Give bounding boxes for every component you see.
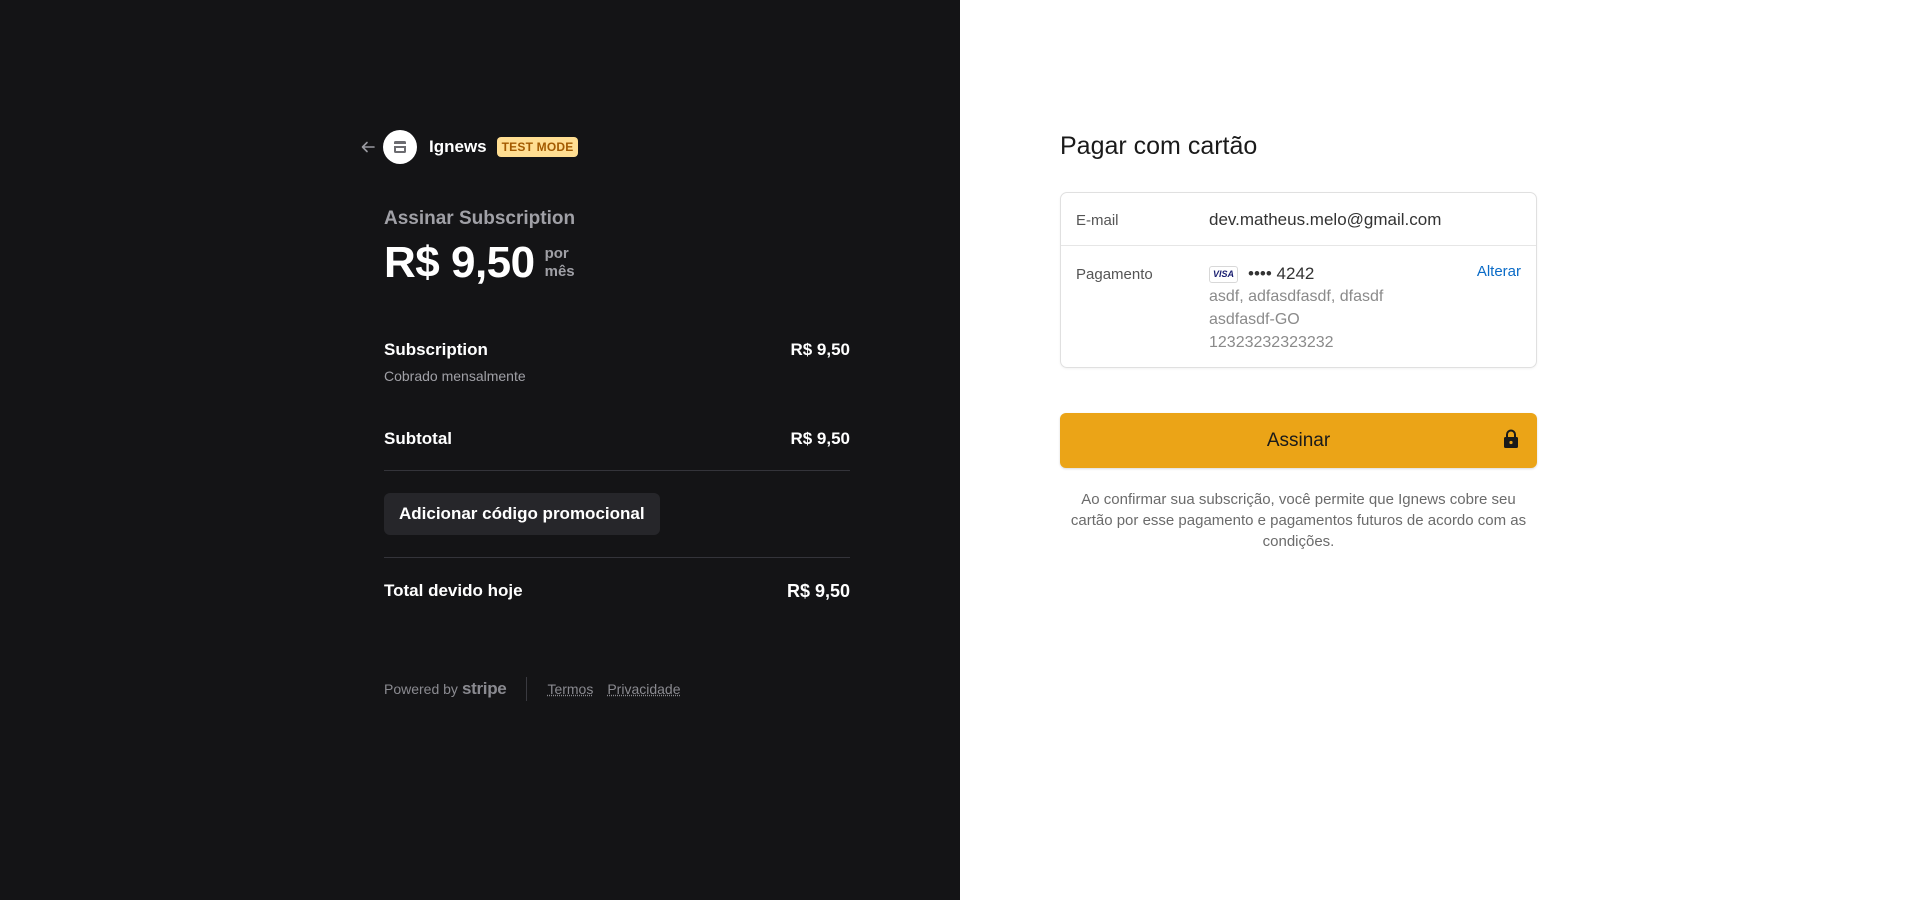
store-icon: [394, 141, 406, 153]
footer-divider: [526, 677, 528, 701]
payment-title: Pagar com cartão: [1060, 132, 1258, 160]
price-period: por mês: [545, 245, 575, 281]
powered-by-text: Powered by: [384, 681, 458, 697]
subscribe-button[interactable]: Assinar: [1060, 413, 1537, 468]
change-payment-link[interactable]: Alterar: [1477, 263, 1521, 280]
consent-text: Ao confirmar sua subscrição, você permit…: [1070, 491, 1527, 550]
line-item-label: Subscription: [384, 340, 488, 359]
privacy-link[interactable]: Privacidade: [607, 681, 680, 697]
payment-details-box: E-mail dev.matheus.melo@gmail.com Pagame…: [1060, 192, 1537, 368]
payment-label: Pagamento: [1076, 266, 1153, 283]
email-value: dev.matheus.melo@gmail.com: [1209, 210, 1442, 229]
total-row: Total devido hoje R$ 9,50: [384, 581, 850, 602]
billing-address-line: asdfasdf-GO: [1209, 311, 1300, 328]
footer: Powered by stripe Termos Privacidade: [384, 677, 695, 701]
stripe-logo[interactable]: stripe: [462, 679, 507, 699]
subtotal-value: R$ 9,50: [790, 429, 850, 448]
arrow-left-icon: [361, 141, 375, 153]
visa-icon: VISA: [1209, 265, 1238, 283]
billing-address-line: asdf, adfasdfasdf, dfasdf: [1209, 288, 1384, 305]
test-mode-badge: TEST MODE: [496, 137, 579, 157]
merchant-header: Ignews TEST MODE: [357, 130, 579, 164]
terms-link[interactable]: Termos: [547, 681, 593, 697]
billing-address-line: 12323232323232: [1209, 334, 1334, 351]
total-label: Total devido hoje: [384, 581, 523, 600]
line-item-subscription: Subscription R$ 9,50: [384, 340, 850, 360]
subscribe-label: Assinar: [1266, 429, 1331, 451]
merchant-logo: [383, 130, 417, 164]
payment-method: VISA •••• 4242 asdf, adfasdfasdf, dfasdf…: [1209, 263, 1383, 354]
price-display: R$ 9,50 por mês: [384, 238, 575, 288]
line-item-billing-note: Cobrado mensalmente: [384, 368, 526, 384]
period-line-2: mês: [544, 263, 575, 280]
lock-icon: [1504, 429, 1518, 448]
card-number: •••• 4242: [1248, 264, 1315, 283]
divider: [384, 557, 850, 558]
price-amount: R$ 9,50: [384, 238, 535, 287]
divider: [384, 470, 850, 471]
merchant-name: Ignews: [429, 137, 487, 156]
total-value: R$ 9,50: [786, 581, 850, 601]
card-line: VISA •••• 4242: [1209, 263, 1383, 285]
order-summary-panel: Ignews TEST MODE Assinar Subscription R$…: [0, 0, 960, 900]
line-item-value: R$ 9,50: [790, 340, 850, 359]
email-row[interactable]: E-mail dev.matheus.melo@gmail.com: [1061, 193, 1536, 246]
subtotal-row: Subtotal R$ 9,50: [384, 429, 850, 449]
period-line-1: por: [544, 245, 569, 262]
subtotal-label: Subtotal: [384, 429, 452, 448]
back-button[interactable]: [357, 136, 379, 158]
email-label: E-mail: [1076, 212, 1119, 229]
add-promo-code-button[interactable]: Adicionar código promocional: [384, 493, 660, 535]
payment-panel: Pagar com cartão E-mail dev.matheus.melo…: [960, 0, 1917, 900]
subscription-title: Assinar Subscription: [384, 208, 576, 229]
